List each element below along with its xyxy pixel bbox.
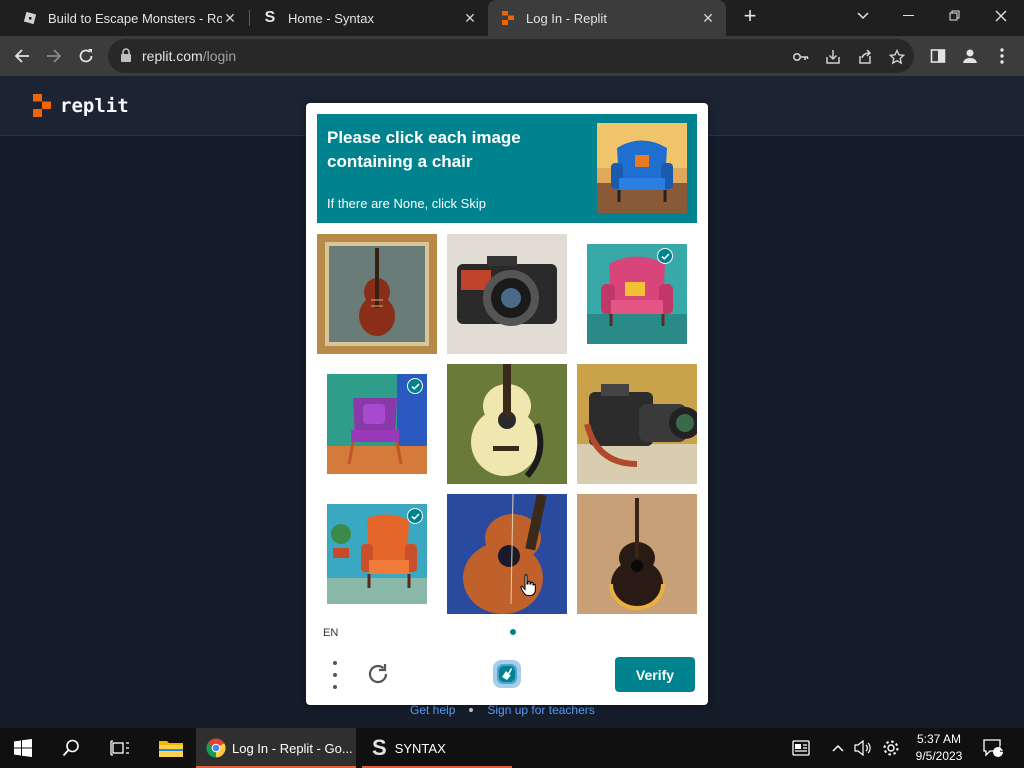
selected-check-icon	[407, 508, 423, 524]
camera-image	[577, 364, 697, 484]
taskbar-app-label: Log In - Replit - Go...	[232, 740, 353, 756]
system-clock[interactable]: 5:37 AM 9/5/2023	[904, 731, 974, 765]
tab-title: Log In - Replit	[526, 10, 607, 26]
hcaptcha-logo-icon[interactable]	[489, 656, 525, 697]
hand-cursor-icon	[520, 574, 536, 601]
windows-start-icon[interactable]	[14, 728, 32, 768]
selected-check-icon	[407, 378, 423, 394]
close-tab-icon[interactable]: ✕	[222, 10, 238, 27]
verify-button[interactable]: Verify	[615, 657, 695, 692]
clock-date: 9/5/2023	[915, 749, 963, 763]
url-path: /login	[202, 48, 237, 64]
captcha-tile-8[interactable]	[447, 494, 567, 614]
tab-search-chevron-icon[interactable]	[840, 0, 886, 32]
taskbar-app-syntax[interactable]: S SYNTAX	[362, 728, 512, 768]
close-tab-icon[interactable]: ✕	[700, 10, 716, 27]
syntax-s-icon: S	[264, 9, 276, 26]
clock-time: 5:37 AM	[916, 732, 962, 746]
minimize-icon[interactable]	[886, 0, 932, 32]
show-hidden-icons-chevron-icon[interactable]	[832, 728, 844, 768]
taskbar-app-chrome[interactable]: Log In - Replit - Go...	[196, 728, 356, 768]
taskbar-app-label: SYNTAX	[394, 740, 446, 756]
address-bar[interactable]: replit.com/login	[108, 39, 914, 73]
captcha-tile-7[interactable]	[317, 494, 437, 614]
install-app-icon[interactable]	[824, 48, 842, 66]
page-indicator-dot	[510, 629, 516, 635]
profile-icon[interactable]	[958, 44, 982, 68]
tab-replit[interactable]: Log In - Replit ✕	[488, 0, 726, 36]
windows-taskbar: Log In - Replit - Go... S SYNTAX 5:37 AM…	[0, 728, 1024, 768]
syntax-s-icon: S	[372, 735, 387, 760]
roblox-icon	[22, 10, 38, 26]
lock-icon[interactable]	[120, 48, 132, 67]
captcha-tile-4[interactable]	[317, 364, 437, 484]
notifications-icon[interactable]: 3	[982, 728, 1005, 768]
search-icon[interactable]	[62, 728, 80, 768]
share-icon[interactable]	[856, 48, 874, 66]
url-text: replit.com/login	[142, 48, 236, 64]
more-options-icon[interactable]	[330, 661, 340, 689]
close-tab-icon[interactable]: ✕	[462, 10, 478, 27]
violin-image	[317, 234, 437, 354]
notification-count: 3	[999, 744, 1005, 754]
language-selector[interactable]: EN	[323, 627, 338, 639]
file-explorer-icon[interactable]	[158, 728, 184, 768]
news-widget-icon[interactable]	[792, 728, 810, 768]
guitar-image	[577, 494, 697, 614]
prompt-subtitle: If there are None, click Skip	[327, 196, 486, 211]
task-view-icon[interactable]	[110, 728, 130, 768]
key-icon[interactable]	[792, 48, 810, 66]
browser-tab-strip: Build to Escape Monsters - Roblo ✕ S Hom…	[0, 0, 1024, 36]
tab-title: Build to Escape Monsters - Roblo	[48, 10, 222, 26]
reload-icon[interactable]	[74, 44, 98, 68]
settings-gear-icon[interactable]	[882, 728, 900, 768]
replit-logo-icon	[33, 94, 51, 117]
separator-dot	[469, 708, 474, 712]
acoustic-guitar-image	[447, 364, 567, 484]
captcha-tile-1[interactable]	[317, 234, 437, 354]
browser-menu-icon[interactable]	[990, 44, 1014, 68]
selected-check-icon	[657, 248, 673, 264]
tab-syntax[interactable]: S Home - Syntax ✕	[250, 0, 488, 36]
challenge-prompt: Please click each image containing a cha…	[317, 114, 697, 223]
tab-title: Home - Syntax	[288, 10, 374, 26]
side-panel-icon[interactable]	[926, 44, 950, 68]
close-window-icon[interactable]	[978, 0, 1024, 32]
chrome-icon	[206, 738, 226, 758]
url-host: replit.com	[142, 48, 203, 64]
camera-image	[447, 234, 567, 354]
forward-arrow-icon[interactable]	[42, 44, 66, 68]
restore-icon[interactable]	[932, 0, 978, 32]
sign-up-teachers-link[interactable]: Sign up for teachers	[487, 703, 594, 717]
get-help-link[interactable]: Get help	[410, 703, 455, 717]
guitar-image	[447, 494, 567, 614]
captcha-tile-2[interactable]	[447, 234, 567, 354]
back-arrow-icon[interactable]	[10, 44, 34, 68]
footer-links: Get help Sign up for teachers	[410, 703, 595, 717]
prompt-title: Please click each image containing a cha…	[327, 128, 521, 171]
tab-roblox[interactable]: Build to Escape Monsters - Roblo ✕	[10, 0, 248, 36]
browser-toolbar: replit.com/login	[0, 36, 1024, 76]
captcha-tile-6[interactable]	[577, 364, 697, 484]
replit-icon	[500, 10, 516, 26]
captcha-tile-3[interactable]	[577, 234, 697, 354]
example-chair-image	[597, 123, 687, 213]
captcha-tile-9[interactable]	[577, 494, 697, 614]
replit-logo[interactable]: replit	[32, 94, 129, 117]
volume-icon[interactable]	[854, 728, 872, 768]
captcha-tile-5[interactable]	[447, 364, 567, 484]
bookmark-star-icon[interactable]	[888, 48, 906, 66]
captcha-challenge: Please click each image containing a cha…	[306, 103, 708, 705]
brand-name: replit	[60, 94, 129, 117]
refresh-challenge-icon[interactable]	[366, 662, 390, 691]
new-tab-icon[interactable]: +	[738, 5, 762, 29]
